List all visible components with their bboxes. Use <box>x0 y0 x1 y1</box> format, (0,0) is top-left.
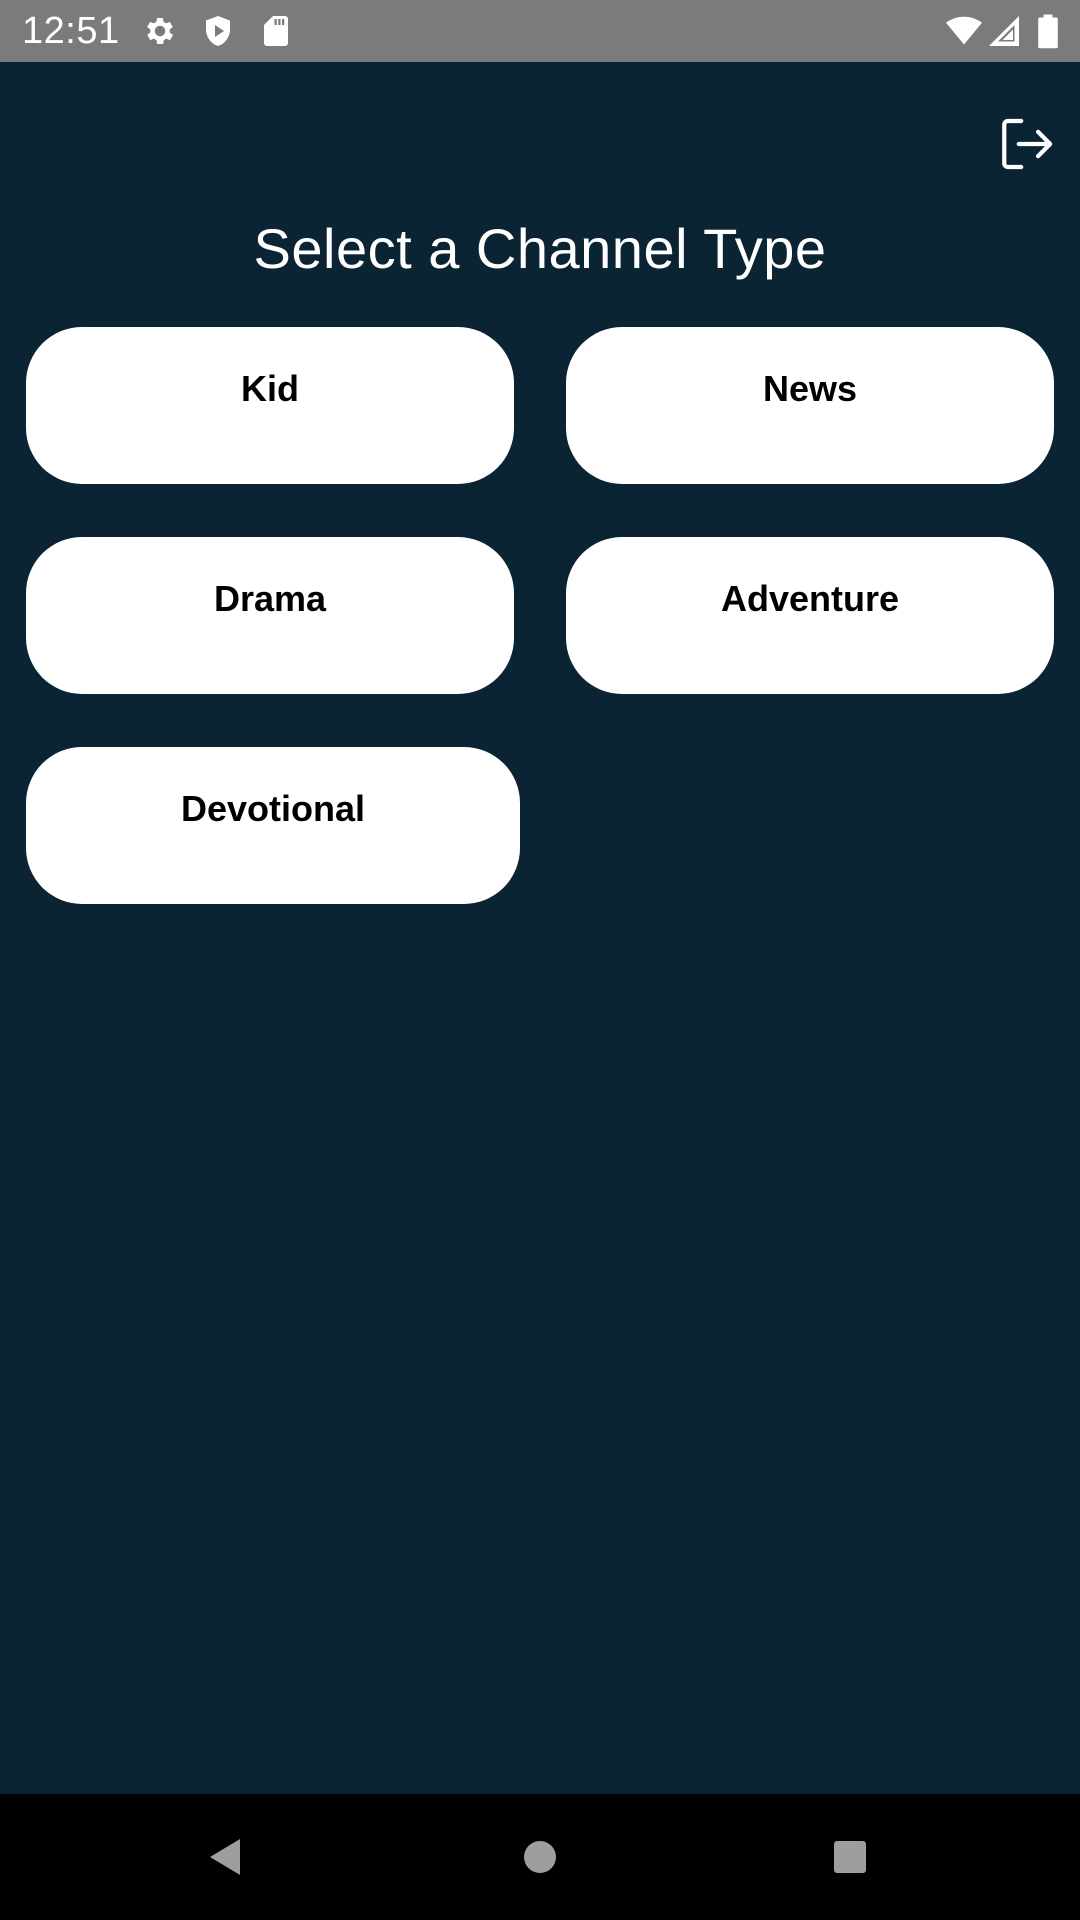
channel-button-drama[interactable]: Drama <box>26 537 514 694</box>
channel-button-label: Devotional <box>180 788 366 829</box>
home-button[interactable] <box>480 1794 600 1920</box>
wifi-icon <box>944 13 984 49</box>
status-bar: 12:51 <box>0 0 1080 62</box>
channel-button-devotional[interactable]: Devotional <box>26 747 520 904</box>
channel-button-label: Kid <box>241 368 299 409</box>
status-time: 12:51 <box>22 10 120 52</box>
navigation-bar <box>0 1794 1080 1920</box>
recents-button[interactable] <box>790 1794 910 1920</box>
channel-button-label: News <box>762 368 858 409</box>
sd-card-icon <box>258 13 294 49</box>
channel-button-label: Drama <box>213 578 327 619</box>
battery-icon <box>1034 13 1062 49</box>
back-icon <box>210 1839 240 1875</box>
logout-icon <box>1002 118 1053 170</box>
cell-signal-icon <box>986 13 1022 49</box>
channel-button-label: Adventure <box>720 578 900 619</box>
channel-button-kid[interactable]: Kid <box>26 327 514 484</box>
back-button[interactable] <box>166 1794 286 1920</box>
channel-button-news[interactable]: News <box>566 327 1054 484</box>
shield-play-icon <box>200 13 236 49</box>
home-icon <box>524 1841 556 1873</box>
settings-icon <box>142 13 178 49</box>
page-title: Select a Channel Type <box>253 216 827 280</box>
recents-icon <box>834 1841 866 1873</box>
logout-button[interactable] <box>997 115 1055 173</box>
channel-button-adventure[interactable]: Adventure <box>566 537 1054 694</box>
